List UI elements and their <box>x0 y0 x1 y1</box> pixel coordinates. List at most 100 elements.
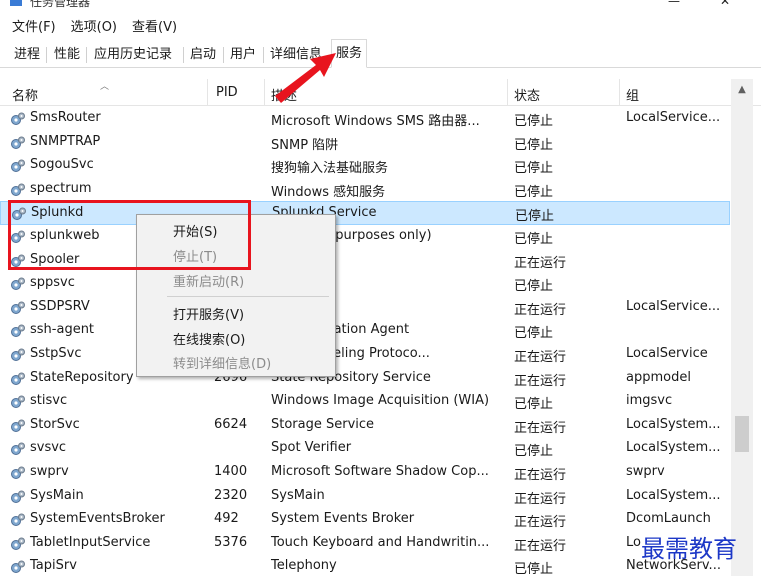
tab-app-history[interactable]: 应用历史记录 <box>90 43 176 67</box>
gear-icon <box>10 135 26 151</box>
table-row[interactable]: swprv 1400 Microsoft Software Shadow Cop..… <box>0 461 730 485</box>
service-name-cell: TapiSrv <box>30 558 77 574</box>
window-title: 任务管理器 <box>30 0 91 9</box>
column-header-group[interactable]: 组 <box>626 85 639 104</box>
service-name-cell: stisvc <box>30 393 68 409</box>
tab-performance[interactable]: 性能 <box>50 43 84 67</box>
table-row[interactable]: SystemEventsBroker 492 System Events Broke… <box>0 508 730 532</box>
service-status-cell: 正在运行 <box>514 468 567 483</box>
service-name-cell: sppsvc <box>30 275 75 291</box>
table-row[interactable]: ssh-agent Authentication Agent 已停止 <box>0 319 730 343</box>
context-menu-search-online[interactable]: 在线搜索(O) <box>173 329 245 348</box>
service-status-cell: 正在运行 <box>514 350 567 365</box>
tab-services[interactable]: 服务 <box>331 39 368 68</box>
service-status-cell: 已停止 <box>514 137 554 153</box>
column-header-status[interactable]: 状态 <box>514 85 540 104</box>
context-menu: 开始(S) 停止(T) 重新启动(R) 打开服务(V) 在线搜索(O) 转到详细… <box>136 214 336 377</box>
service-description-cell: Touch Keyboard and Handwritin... <box>271 534 490 550</box>
service-group-cell: LocalSystem... <box>626 487 721 503</box>
table-row[interactable]: TabletInputService 5376 Touch Keyboard and… <box>0 532 730 556</box>
service-status-cell: 已停止 <box>514 114 554 129</box>
column-header-description[interactable]: 描述 <box>271 85 297 104</box>
service-status-cell: 已停止 <box>514 232 554 247</box>
minimize-button[interactable]: — <box>668 0 680 8</box>
service-name-cell: spectrum <box>30 180 92 196</box>
column-header-name[interactable]: 名称 <box>12 85 38 104</box>
table-row[interactable]: Spooleroler正在运行 <box>0 249 730 273</box>
menu-view[interactable]: 查看(V) <box>132 16 177 35</box>
service-status-cell: 已停止 <box>515 209 555 225</box>
table-row[interactable]: spectrum Windows 感知服务 已停止 <box>0 178 730 202</box>
context-menu-start[interactable]: 开始(S) <box>173 221 217 240</box>
tab-separator <box>263 47 264 63</box>
menu-options[interactable]: 选项(O) <box>71 16 117 35</box>
table-row[interactable]: TapiSrv Telephony 已停止 NetworkServ... <box>0 555 730 579</box>
tab-processes[interactable]: 进程 <box>10 43 44 67</box>
gear-icon <box>10 182 26 198</box>
service-description-cell: Microsoft Software Shadow Cop... <box>271 464 489 479</box>
service-group-cell: DcomLaunch <box>626 511 711 527</box>
table-row[interactable]: StorSvc 6624 Storage Service 正在运行 LocalSyste… <box>0 414 730 438</box>
table-row[interactable]: SstpSvc cket Tunneling Protoco... 正在运行 Loca… <box>0 343 730 367</box>
column-divider[interactable] <box>507 79 508 105</box>
column-divider[interactable] <box>264 79 265 105</box>
close-button[interactable]: ✕ <box>720 0 730 8</box>
gear-icon <box>11 206 27 222</box>
vertical-scrollbar[interactable]: ▲ <box>731 79 753 576</box>
sort-ascending-icon: ︿ <box>100 82 110 92</box>
context-menu-open-services[interactable]: 打开服务(V) <box>173 304 244 323</box>
table-row[interactable]: splunkweb p (legacy purposes only) 已停止 <box>0 225 730 249</box>
table-row[interactable]: stisvc Windows Image Acquisition (WIA) 已停止… <box>0 390 730 414</box>
gear-icon <box>10 323 26 339</box>
service-name-cell: SNMPTRAP <box>30 133 101 149</box>
context-menu-goto-details: 转到详细信息(D) <box>173 357 272 372</box>
scrollbar-thumb[interactable] <box>735 416 749 452</box>
gear-icon <box>10 229 26 245</box>
service-status-cell: 正在运行 <box>514 491 567 507</box>
tab-separator <box>223 47 224 63</box>
gear-icon <box>10 347 26 363</box>
service-group-cell: Lo <box>626 534 641 550</box>
service-status-cell: 正在运行 <box>514 538 567 554</box>
scroll-up-arrow-icon[interactable]: ▲ <box>731 79 753 101</box>
service-status-cell: 已停止 <box>514 161 554 177</box>
service-description-cell: Storage Service <box>271 416 375 432</box>
column-divider[interactable] <box>619 79 620 105</box>
table-row[interactable]: StateRepository 2696 State Repository Serv… <box>0 367 730 391</box>
table-row[interactable]: sppsvcProtection已停止 <box>0 272 730 296</box>
tab-users[interactable]: 用户 <box>226 43 260 67</box>
column-divider[interactable] <box>207 79 208 105</box>
service-name-cell: SSDPSRV <box>30 298 90 314</box>
table-row[interactable]: svsvc Spot Verifier 已停止 LocalSystem... <box>0 437 730 461</box>
service-name-cell: SmsRouter <box>30 110 101 125</box>
service-status-cell: 已停止 <box>514 184 554 200</box>
service-name-cell: TabletInputService <box>30 534 151 550</box>
gear-icon <box>10 418 26 434</box>
table-row[interactable]: SNMPTRAP SNMP 陷阱 已停止 <box>0 131 730 155</box>
tab-startup[interactable]: 启动 <box>186 43 220 67</box>
context-menu-separator <box>167 296 329 297</box>
service-pid-cell: 1400 <box>214 464 248 479</box>
menu-file[interactable]: 文件(F) <box>12 16 56 35</box>
table-row[interactable]: Splunkd Splunkd Service 已停止 <box>0 201 730 225</box>
tab-details[interactable]: 详细信息 <box>266 43 326 67</box>
service-status-cell: 正在运行 <box>514 255 567 271</box>
service-status-cell: 已停止 <box>514 326 554 342</box>
gear-icon <box>10 465 26 481</box>
title-bar: 任务管理器 — ✕ <box>0 0 761 12</box>
service-name-cell: StateRepository <box>30 369 134 385</box>
service-description-cell: SysMain <box>271 487 325 503</box>
table-row[interactable]: SSDPSRVovery正在运行LocalService... <box>0 296 730 320</box>
tab-separator <box>46 47 47 63</box>
tab-separator <box>86 47 87 63</box>
column-header-pid[interactable]: PID <box>216 85 238 100</box>
service-pid-cell: 2320 <box>214 487 248 503</box>
gear-icon <box>10 512 26 528</box>
service-description-cell: Windows 感知服务 <box>271 184 386 200</box>
service-description-cell: Telephony <box>271 558 337 574</box>
table-row[interactable]: SysMain 2320 SysMain 正在运行 LocalSystem... <box>0 485 730 509</box>
service-description-cell: SNMP 陷阱 <box>271 137 339 153</box>
table-row[interactable]: SogouSvc 搜狗输入法基础服务 已停止 <box>0 154 730 178</box>
gear-icon <box>10 276 26 292</box>
table-row[interactable]: SmsRouter Microsoft Windows SMS 路由器... 已停止… <box>0 107 730 131</box>
